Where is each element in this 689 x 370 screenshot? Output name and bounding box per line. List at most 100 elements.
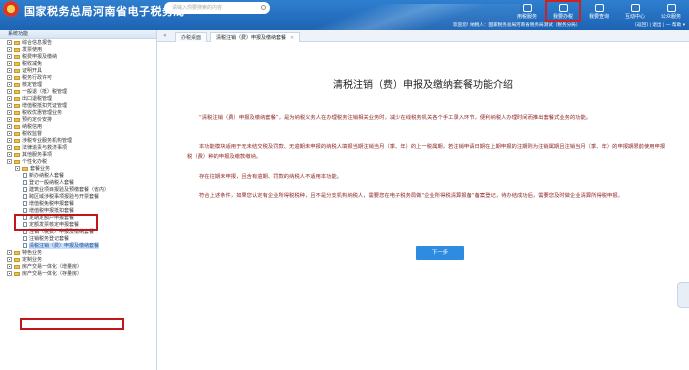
next-step-button[interactable]: 下一步: [416, 246, 464, 260]
folder-icon: [14, 96, 20, 101]
tree-item[interactable]: 税务行政许可: [0, 75, 156, 82]
tab-desktop[interactable]: 办税桌面: [175, 32, 208, 42]
user-info: 欢迎您! 纳税人：国家税务总局河南省税务局测试（税务分局）: [453, 23, 581, 28]
expand-toggle-icon[interactable]: [7, 61, 12, 66]
tree-item[interactable]: 一般退（抵）税管理: [0, 89, 156, 96]
folder-icon: [14, 54, 20, 59]
intro-paragraph-1: “清税注销（费）申报及缴纳套餐”，是为纳税义务人在办理税务注销相关业务时，减少在…: [199, 115, 592, 121]
expand-toggle-icon[interactable]: [7, 271, 12, 276]
search-icon[interactable]: [261, 5, 266, 10]
tree-item-label: 纳税信用: [22, 124, 43, 130]
tree-item-label: 增值税免税申报套餐: [29, 201, 75, 207]
tree-item[interactable]: 建筑业项目报验及预缴套餐（省内）: [0, 187, 156, 194]
expand-toggle-icon[interactable]: [7, 68, 12, 73]
intro-paragraph-2: 本功能模块适用于无未结交税及罚款、无逾期未申报的纳税人填报当期注销当月（季、年）…: [187, 144, 666, 160]
tree-item[interactable]: 核定管理: [0, 82, 156, 89]
tree-item[interactable]: 纳税信用: [0, 124, 156, 131]
tree-item[interactable]: 增值税免税申报套餐: [0, 201, 156, 208]
close-icon[interactable]: ×: [290, 35, 294, 41]
tree-item[interactable]: 房产交易一体化（存量房）: [0, 271, 156, 278]
tree-item[interactable]: 套餐业务: [0, 166, 156, 173]
tree-item[interactable]: 登记一般纳税人套餐: [0, 180, 156, 187]
tree-item[interactable]: 房产交易一体化（增量房）: [0, 264, 156, 271]
expand-toggle-icon[interactable]: [15, 166, 20, 171]
expand-toggle-icon[interactable]: [7, 145, 12, 150]
folder-icon: [14, 131, 20, 136]
tree-item-label: 房产交易一体化（存量房）: [22, 271, 83, 277]
document-icon: [23, 180, 27, 185]
tree-item[interactable]: 特色业务: [0, 250, 156, 257]
expand-toggle-icon[interactable]: [7, 96, 12, 101]
intro-paragraph-3: 存在往期未申报，且含有逾期、罚款的纳税人不适用本功能。: [199, 174, 343, 180]
expand-toggle-icon[interactable]: [7, 131, 12, 136]
user-bar: 欢迎您! 纳税人：国家税务总局河南省税务局测试（税务分局） [返回] | 退出 …: [0, 22, 689, 30]
tree-item-label: 预约定价安排: [22, 117, 53, 123]
expand-toggle-icon[interactable]: [7, 138, 12, 143]
tree-item[interactable]: 涉税专业服务机构管理: [0, 138, 156, 145]
tree-item[interactable]: 发票使用: [0, 47, 156, 54]
tree-item[interactable]: 税费申报及缴纳: [0, 54, 156, 61]
tree-item-label: 法律追责与救济事项: [22, 145, 68, 151]
tree-item[interactable]: 证明开具: [0, 68, 156, 75]
tree-item[interactable]: 综合信息报告: [0, 40, 156, 47]
nav-query[interactable]: 我要查询: [581, 0, 617, 22]
nav-handle-tax[interactable]: 我要办税: [545, 0, 581, 22]
nav-public[interactable]: 公众服务: [653, 0, 689, 22]
folder-icon: [22, 166, 28, 171]
expand-toggle-icon[interactable]: [7, 89, 12, 94]
expand-toggle-icon[interactable]: [7, 47, 12, 52]
tab-bar: « 办税桌面 清税注销（费）申报及缴纳套餐 ×: [157, 30, 689, 42]
tree-item-label: 跨区域涉税事项报验与开票套餐: [29, 194, 100, 200]
expand-toggle-icon[interactable]: [7, 110, 12, 115]
folder-icon: [14, 82, 20, 87]
nav-service[interactable]: 用税服务: [509, 0, 545, 22]
expand-toggle-icon[interactable]: [7, 257, 12, 262]
intro-paragraph-4: 符合上述条件，如果您认定有企业所得税税种，且不是分支机构纳税人，需要您在电子税务…: [199, 193, 623, 199]
expand-toggle-icon[interactable]: [7, 82, 12, 87]
top-header: 国家税务总局河南省电子税务局 请输入你要搜索的内容 用税服务 我要办税 我要查询…: [0, 0, 689, 30]
tree-item[interactable]: 出口退税管理: [0, 96, 156, 103]
tree-item[interactable]: 税收监督: [0, 131, 156, 138]
folder-icon: [14, 75, 20, 80]
document-icon: [23, 173, 27, 178]
public-icon: [666, 4, 676, 12]
expand-toggle-icon[interactable]: [7, 54, 12, 59]
tree-item[interactable]: 个性化办税: [0, 159, 156, 166]
tree-item-label: 税收优惠管理业务: [22, 110, 63, 116]
tree-item[interactable]: 税收优惠管理业务: [0, 110, 156, 117]
expand-toggle-icon[interactable]: [7, 75, 12, 80]
expand-toggle-icon[interactable]: [7, 103, 12, 108]
tree-item[interactable]: 其他服务事项: [0, 152, 156, 159]
tree-item[interactable]: 预约定价安排: [0, 117, 156, 124]
expand-toggle-icon[interactable]: [7, 159, 12, 164]
expand-toggle-icon[interactable]: [7, 40, 12, 45]
tree-item-label: 核定管理: [22, 82, 43, 88]
tree-item[interactable]: 税收减免: [0, 61, 156, 68]
tree-item[interactable]: 跨区域涉税事项报验与开票套餐: [0, 194, 156, 201]
tree-item[interactable]: 注销税务登记套餐: [0, 236, 156, 243]
tree-item[interactable]: 定制业务: [0, 257, 156, 264]
tree-item-label: 出口退税管理: [22, 96, 53, 102]
expand-toggle-icon[interactable]: [7, 264, 12, 269]
nav-interaction[interactable]: 互动中心: [617, 0, 653, 22]
tree-item-label: 证明开具: [22, 68, 43, 74]
tree-item[interactable]: 新办纳税人套餐: [0, 173, 156, 180]
expand-toggle-icon[interactable]: [7, 117, 12, 122]
expand-toggle-icon[interactable]: [7, 152, 12, 157]
tree-item-label: 税费申报及缴纳: [22, 54, 58, 60]
tree-item[interactable]: 增值税抵扣凭证管理: [0, 103, 156, 110]
floating-side-tab[interactable]: [677, 282, 689, 308]
page-title: 清税注销（费）申报及缴纳套餐功能介绍: [333, 80, 513, 91]
tree-item[interactable]: 法律追责与救济事项: [0, 145, 156, 152]
expand-toggle-icon[interactable]: [7, 124, 12, 129]
expand-toggle-icon[interactable]: [7, 250, 12, 255]
tree-item-label: 定制业务: [22, 257, 43, 263]
tab-package[interactable]: 清税注销（费）申报及缴纳套餐 ×: [210, 32, 301, 42]
search-input[interactable]: 请输入你要搜索的内容: [164, 2, 270, 14]
header-links[interactable]: [返回] | 退出 | 一 帮助 ▾: [635, 22, 685, 28]
tree-item[interactable]: 清税注销（费）申报及缴纳套餐: [0, 243, 156, 250]
document-icon: [23, 236, 27, 241]
query-icon: [594, 4, 604, 12]
chevron-left-icon[interactable]: «: [163, 32, 167, 39]
folder-icon: [14, 264, 20, 269]
